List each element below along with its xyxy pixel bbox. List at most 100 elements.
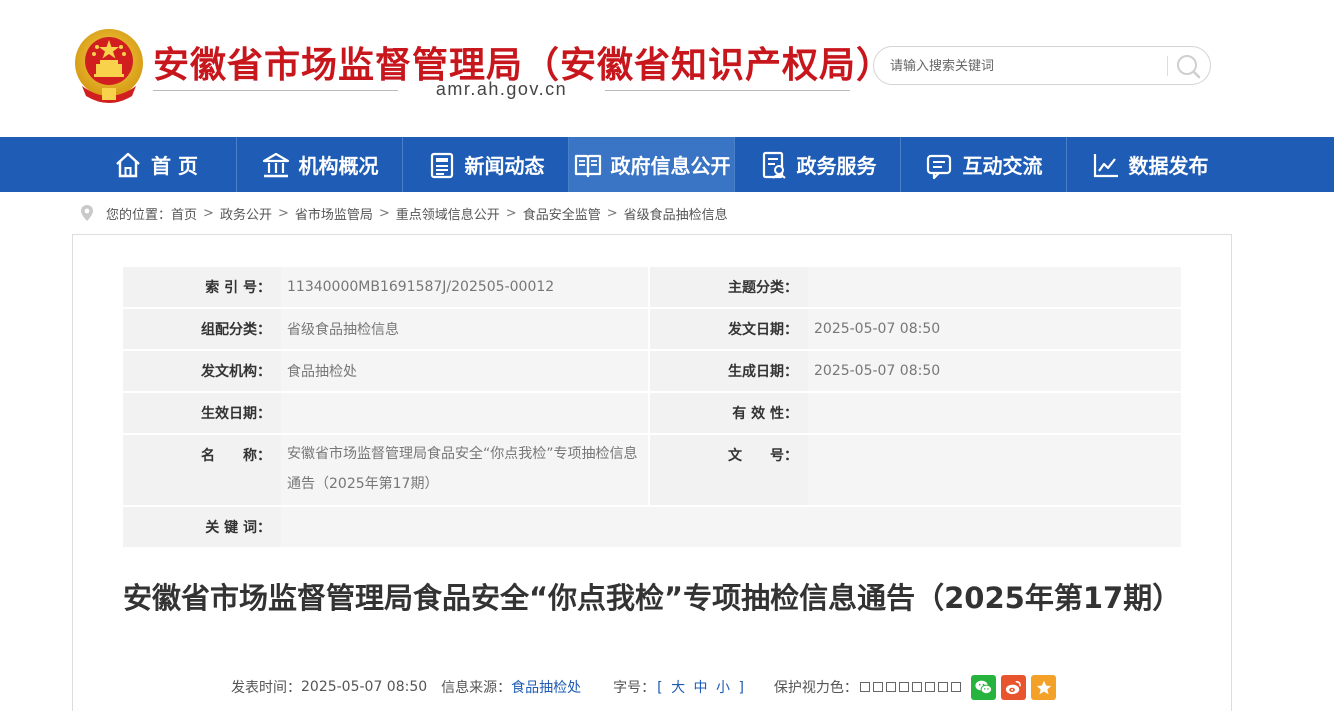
eye-care-swatch[interactable]: [898, 682, 909, 692]
breadcrumb-item-sampling[interactable]: 省级食品抽检信息: [624, 204, 728, 223]
issuer-value: 食品抽检处: [281, 351, 648, 391]
institution-icon: [261, 150, 291, 180]
nav-item-interaction[interactable]: 互动交流: [901, 137, 1066, 192]
source-label: 信息来源：: [441, 680, 512, 696]
topic-label: 主题分类：: [650, 267, 808, 307]
font-size-control: [ 大 中 小 ]: [655, 677, 746, 697]
search-button[interactable]: [1174, 53, 1202, 79]
breadcrumb-separator: >: [277, 205, 289, 221]
breadcrumb-separator: >: [606, 205, 618, 221]
share-weibo-button[interactable]: [1001, 675, 1026, 700]
table-row: 索 引 号： 11340000MB1691587J/202505-00012 主…: [123, 267, 1181, 307]
publish-time-value: 2025-05-07 08:50: [301, 679, 428, 695]
publish-time-label: 发表时间：: [231, 680, 301, 696]
breadcrumb-separator: >: [203, 205, 214, 221]
info-disclosure-icon: [573, 150, 603, 180]
breadcrumb-item-bureau[interactable]: 省市场监管局: [295, 204, 373, 223]
main-nav: 首 页 机构概况 新闻动态 政府信息公开 政务服务 互动交流 数据发布: [0, 137, 1334, 192]
metadata-table: 索 引 号： 11340000MB1691587J/202505-00012 主…: [123, 265, 1181, 549]
nav-label-institution: 机构概况: [298, 154, 379, 178]
search-icon: [1177, 55, 1201, 79]
doc-number-value: [808, 435, 1181, 505]
news-icon: [427, 150, 457, 180]
index-label: 索 引 号：: [123, 267, 281, 307]
effective-date-value: [281, 393, 648, 433]
eye-care-swatch[interactable]: [885, 682, 896, 692]
search-input[interactable]: [890, 56, 1160, 76]
breadcrumb-separator: >: [378, 205, 390, 221]
font-size-medium[interactable]: 中: [694, 680, 708, 696]
nav-item-news[interactable]: 新闻动态: [403, 137, 568, 192]
wechat-icon: [975, 680, 993, 695]
national-emblem-icon[interactable]: [72, 26, 146, 104]
breadcrumb-prefix: 您的位置：: [106, 207, 172, 223]
breadcrumb-item-key-areas[interactable]: 重点领域信息公开: [396, 204, 500, 223]
doc-name-label: 名 称：: [123, 435, 281, 505]
nav-item-service[interactable]: 政务服务: [735, 137, 900, 192]
article-meta: 发表时间： 2025-05-07 08:50 信息来源： 食品抽检处 字号： […: [231, 676, 961, 698]
chart-icon: [1091, 150, 1121, 180]
eye-care-swatch[interactable]: [911, 682, 922, 692]
nav-item-info-disclosure[interactable]: 政府信息公开: [569, 137, 734, 192]
breadcrumb-separator: >: [505, 205, 517, 221]
validity-value: [808, 393, 1181, 433]
topic-value: [808, 267, 1181, 307]
category-label: 组配分类：: [123, 309, 281, 349]
weibo-icon: [1005, 681, 1021, 695]
font-size-large[interactable]: 大: [671, 680, 685, 696]
source-link[interactable]: 食品抽检处: [511, 677, 581, 697]
created-date-label: 生成日期：: [650, 351, 808, 391]
eye-care-swatch[interactable]: [859, 682, 870, 692]
font-size-bracket-close: ]: [738, 680, 744, 696]
font-size-small[interactable]: 小: [716, 680, 730, 696]
chat-icon: [925, 150, 955, 180]
doc-number-label: 文 号：: [650, 435, 808, 505]
breadcrumb: 您的位置： 首页 > 政务公开 > 省市场监管局 > 重点领域信息公开 > 食品…: [80, 202, 728, 224]
validity-label: 有 效 性：: [650, 393, 808, 433]
eye-care-label: 保护视力色：: [773, 680, 858, 696]
effective-date-label: 生效日期：: [123, 393, 281, 433]
issue-date-value: 2025-05-07 08:50: [808, 309, 1181, 349]
font-size-label: 字号：: [613, 680, 656, 696]
nav-label-interaction: 互动交流: [962, 154, 1043, 178]
star-icon: [1036, 680, 1051, 694]
table-row: 关 键 词：: [123, 507, 1181, 547]
eye-care-swatch[interactable]: [872, 682, 883, 692]
service-icon: [759, 150, 789, 180]
eye-care-swatch[interactable]: [950, 682, 961, 692]
issuer-label: 发文机构：: [123, 351, 281, 391]
site-header: 安徽省市场监督管理局（安徽省知识产权局） amr.ah.gov.cn: [0, 0, 1334, 137]
nav-label-service: 政务服务: [796, 154, 877, 178]
eye-care-swatch[interactable]: [937, 682, 948, 692]
share-wechat-button[interactable]: [971, 675, 996, 700]
table-row: 名 称： 安徽省市场监督管理局食品安全“你点我检”专项抽检信息通告（2025年第…: [123, 435, 1181, 505]
decorative-divider: [153, 90, 398, 91]
breadcrumb-item-gov-affairs[interactable]: 政务公开: [220, 204, 272, 223]
nav-label-news: 新闻动态: [464, 154, 545, 178]
category-value: 省级食品抽检信息: [281, 309, 648, 349]
search-divider: [1167, 56, 1168, 76]
index-value: 11340000MB1691587J/202505-00012: [281, 267, 648, 307]
eye-care-swatch[interactable]: [924, 682, 935, 692]
site-domain: amr.ah.gov.cn: [435, 79, 568, 99]
nav-label-home: 首 页: [151, 154, 198, 178]
eye-care-swatches: [859, 682, 961, 692]
nav-item-institution[interactable]: 机构概况: [237, 137, 402, 192]
search-box: [873, 46, 1211, 85]
decorative-divider: [605, 90, 850, 91]
created-date-value: 2025-05-07 08:50: [808, 351, 1181, 391]
breadcrumb-item-food-safety[interactable]: 食品安全监管: [523, 204, 601, 223]
issue-date-label: 发文日期：: [650, 309, 808, 349]
table-row: 组配分类： 省级食品抽检信息 发文日期： 2025-05-07 08:50: [123, 309, 1181, 349]
table-row: 发文机构： 食品抽检处 生成日期： 2025-05-07 08:50: [123, 351, 1181, 391]
location-pin-icon: [81, 205, 93, 221]
nav-label-data: 数据发布: [1128, 154, 1209, 178]
table-row: 生效日期： 有 效 性：: [123, 393, 1181, 433]
breadcrumb-item-home[interactable]: 首页: [171, 204, 197, 223]
nav-item-data[interactable]: 数据发布: [1067, 137, 1232, 192]
home-icon: [113, 150, 143, 180]
nav-item-home[interactable]: 首 页: [75, 137, 236, 192]
nav-label-info-disclosure: 政府信息公开: [610, 154, 731, 178]
font-size-bracket-open: [: [657, 680, 663, 696]
favorite-button[interactable]: [1031, 675, 1056, 700]
